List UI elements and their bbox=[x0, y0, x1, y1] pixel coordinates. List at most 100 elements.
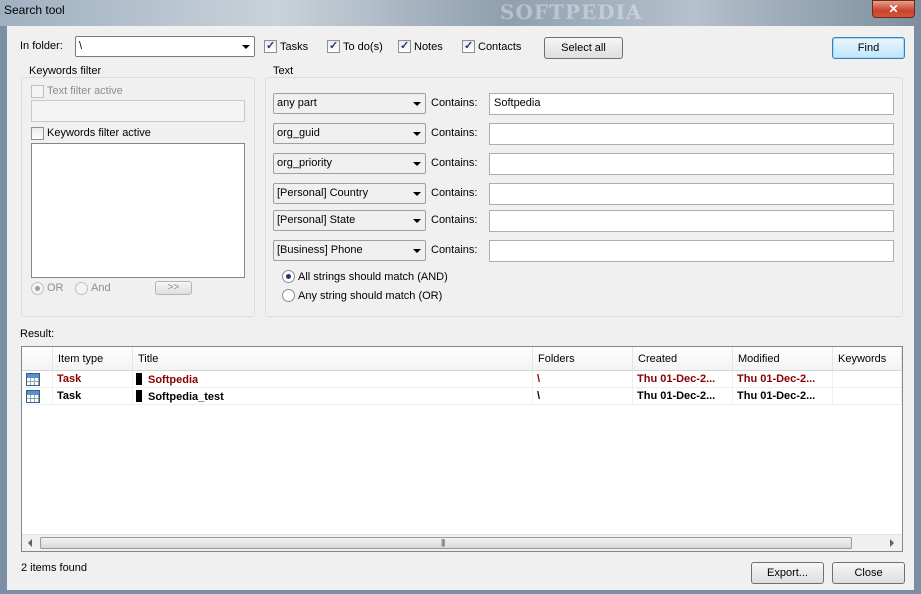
field-select[interactable]: [Personal] State bbox=[273, 210, 426, 231]
or-label: OR bbox=[47, 282, 64, 294]
item-type-value: Task bbox=[57, 390, 82, 402]
field-select[interactable]: [Personal] Country bbox=[273, 183, 426, 204]
close-button[interactable]: Close bbox=[832, 562, 905, 584]
scrollbar-thumb[interactable]: ||| bbox=[40, 537, 852, 549]
folder-value: \ bbox=[537, 373, 541, 385]
export-button[interactable]: Export... bbox=[751, 562, 824, 584]
folder-cell: \ bbox=[533, 388, 633, 405]
match-and-label: All strings should match (AND) bbox=[298, 271, 448, 283]
grip-icon: ||| bbox=[441, 538, 445, 547]
dialog-body: In folder: \ Tasks To do(s) Notes Contac… bbox=[7, 26, 914, 590]
search-tool-window: Search tool SOFTPEDIA ✕ In folder: \ Tas… bbox=[0, 0, 921, 594]
title-wrap: Softpedia_test bbox=[136, 390, 224, 403]
horizontal-scrollbar[interactable]: ||| bbox=[22, 534, 902, 551]
select-all-button[interactable]: Select all bbox=[544, 37, 623, 59]
column-header-label: Title bbox=[138, 353, 159, 365]
column-header-item-type[interactable]: Item type bbox=[53, 347, 133, 371]
column-header-label: Created bbox=[638, 353, 678, 365]
chevron-down-icon bbox=[413, 219, 421, 223]
results-grid[interactable]: Item type Title Folders Created Modified… bbox=[21, 346, 903, 552]
column-header-title[interactable]: Title bbox=[133, 347, 533, 371]
item-type-cell: Task bbox=[53, 371, 133, 388]
field-select-value: [Business] Phone bbox=[277, 244, 363, 256]
field-select-value: any part bbox=[277, 97, 317, 109]
chevron-down-icon bbox=[413, 192, 421, 196]
keywords-list[interactable] bbox=[31, 143, 245, 278]
keywords-filter-checkbox[interactable] bbox=[31, 127, 44, 140]
field-select[interactable]: [Business] Phone bbox=[273, 240, 426, 261]
tasks-checkbox[interactable] bbox=[264, 39, 277, 53]
task-icon bbox=[26, 390, 40, 403]
created-value: Thu 01-Dec-2... bbox=[637, 390, 716, 402]
field-select[interactable]: any part bbox=[273, 93, 426, 114]
title-value: Softpedia_test bbox=[148, 391, 224, 403]
column-header-label: Item type bbox=[58, 353, 104, 365]
keywords-filter-title: Keywords filter bbox=[26, 65, 105, 77]
field-select-value: [Personal] State bbox=[277, 214, 356, 226]
title-wrap: Softpedia bbox=[136, 373, 198, 386]
contains-input[interactable]: Softpedia bbox=[489, 93, 894, 115]
row-icon-cell bbox=[22, 388, 53, 405]
title-cell: Softpedia_test bbox=[133, 388, 533, 405]
and-radio[interactable] bbox=[75, 282, 88, 295]
item-type-value: Task bbox=[57, 373, 82, 385]
column-header-icon[interactable] bbox=[22, 347, 53, 371]
todos-checkbox[interactable] bbox=[327, 39, 340, 53]
folder-select[interactable]: \ bbox=[75, 36, 255, 57]
column-header-folders[interactable]: Folders bbox=[533, 347, 633, 371]
move-keywords-button[interactable]: >> bbox=[155, 281, 192, 295]
contains-input[interactable] bbox=[489, 153, 894, 175]
text-filter-input[interactable] bbox=[31, 100, 245, 122]
keywords-filter-label: Keywords filter active bbox=[47, 127, 151, 139]
close-icon: ✕ bbox=[888, 2, 899, 16]
title-value: Softpedia bbox=[148, 374, 199, 386]
window-close-button[interactable]: ✕ bbox=[872, 0, 915, 18]
modified-cell: Thu 01-Dec-2... bbox=[733, 371, 833, 388]
result-label: Result: bbox=[20, 328, 55, 340]
column-header-label: Folders bbox=[538, 353, 575, 365]
modified-value: Thu 01-Dec-2... bbox=[737, 390, 816, 402]
text-filter-title: Text bbox=[270, 65, 297, 77]
field-select[interactable]: org_guid bbox=[273, 123, 426, 144]
task-icon bbox=[26, 373, 40, 386]
keywords-cell bbox=[833, 371, 902, 388]
contains-input[interactable] bbox=[489, 183, 894, 205]
field-select[interactable]: org_priority bbox=[273, 153, 426, 174]
todos-label: To do(s) bbox=[343, 41, 383, 53]
contains-input[interactable] bbox=[489, 210, 894, 232]
scroll-right-icon[interactable] bbox=[890, 539, 894, 547]
created-cell: Thu 01-Dec-2... bbox=[633, 388, 733, 405]
chevron-down-icon bbox=[242, 45, 250, 49]
row-icon-cell bbox=[22, 371, 53, 388]
match-or-label: Any string should match (OR) bbox=[298, 290, 443, 302]
notes-label: Notes bbox=[414, 41, 443, 53]
contains-input[interactable] bbox=[489, 123, 894, 145]
and-label: And bbox=[91, 282, 111, 294]
modified-value: Thu 01-Dec-2... bbox=[737, 373, 816, 385]
match-or-radio[interactable] bbox=[282, 289, 295, 302]
modified-cell: Thu 01-Dec-2... bbox=[733, 388, 833, 405]
column-header-modified[interactable]: Modified bbox=[733, 347, 833, 371]
contains-label: Contains: bbox=[431, 214, 478, 226]
folder-value: \ bbox=[537, 390, 541, 402]
or-radio[interactable] bbox=[31, 282, 44, 295]
field-select-value: org_guid bbox=[277, 127, 320, 139]
contains-input[interactable] bbox=[489, 240, 894, 262]
text-filter-checkbox[interactable] bbox=[31, 85, 44, 98]
watermark: SOFTPEDIA bbox=[500, 0, 643, 24]
contacts-checkbox[interactable] bbox=[462, 39, 475, 53]
window-title: Search tool bbox=[4, 3, 65, 17]
title-bar[interactable]: Search tool SOFTPEDIA ✕ bbox=[0, 0, 921, 26]
scroll-left-icon[interactable] bbox=[28, 539, 32, 547]
folder-select-value: \ bbox=[79, 40, 83, 52]
tasks-label: Tasks bbox=[280, 41, 309, 53]
notes-checkbox[interactable] bbox=[398, 39, 411, 53]
keywords-cell bbox=[833, 388, 902, 405]
column-header-keywords[interactable]: Keywords bbox=[833, 347, 902, 371]
chevron-down-icon bbox=[413, 249, 421, 253]
contacts-label: Contacts bbox=[478, 41, 522, 53]
match-and-radio[interactable] bbox=[282, 270, 295, 283]
find-button[interactable]: Find bbox=[832, 37, 905, 59]
column-header-created[interactable]: Created bbox=[633, 347, 733, 371]
column-header-label: Keywords bbox=[838, 353, 887, 365]
